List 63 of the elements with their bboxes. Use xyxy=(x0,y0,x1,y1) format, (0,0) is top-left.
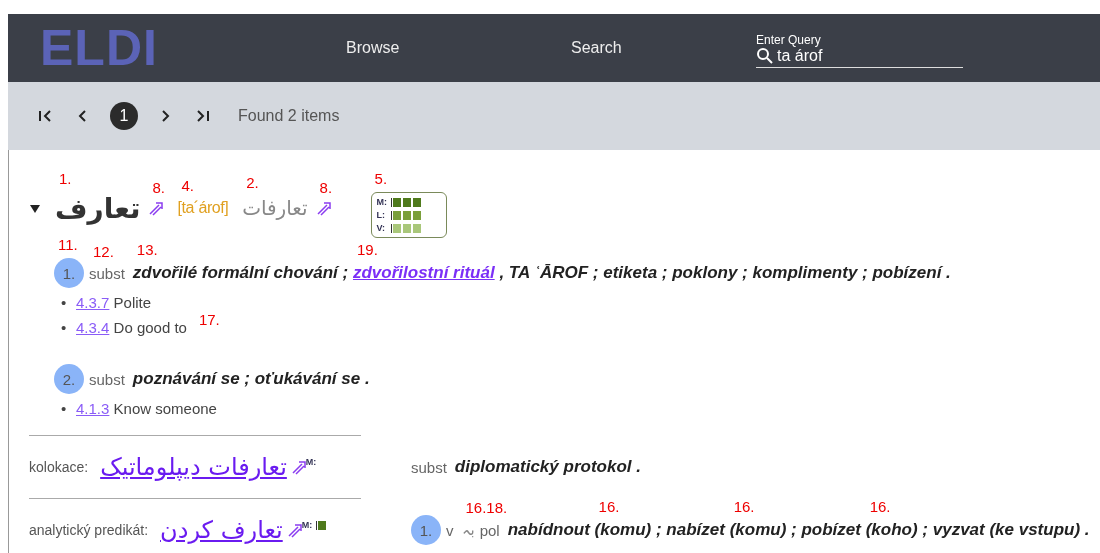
phrase-type: kolokace: xyxy=(29,459,89,475)
particle: بہ xyxy=(461,521,475,539)
frequency-label: L: xyxy=(376,210,387,220)
annotation-number: 16. xyxy=(733,498,755,515)
definition-text: diplomatický protokol . xyxy=(454,457,641,477)
phrase-link[interactable]: تعارف کردن xyxy=(160,516,283,544)
definition-text: zdvořilé formální chování ; zdvořilostní rituál , TA ʿĀROF ; etiketa ; poklony ; komplimenty ; pobízení . xyxy=(132,263,951,283)
nav-link[interactable]: Search xyxy=(571,39,622,57)
annotation-number: 12. xyxy=(93,242,114,260)
annotation-number: 4. xyxy=(181,177,194,194)
domain-link[interactable]: 4.3.4 xyxy=(76,319,110,336)
part-of-speech: subst xyxy=(411,458,447,476)
sense-number: 2. xyxy=(54,364,84,394)
frequency-label: M: xyxy=(301,520,314,530)
domain-label: Polite xyxy=(112,294,152,311)
field-label: Enter Query xyxy=(756,32,822,47)
annotation-number: 16.18. xyxy=(465,499,508,516)
expand-triangle-icon[interactable] xyxy=(29,202,41,214)
domain-label: Do good to xyxy=(112,319,187,336)
phrase-type: analytický predikát: xyxy=(29,522,149,538)
domain-label: Know someone xyxy=(112,400,217,417)
definition-text: nabídnout (komu) ; nabízet (komu) ; pobízet (koho) ; vyzvat (ke vstupu) . xyxy=(507,520,1090,540)
double-arrow-icon[interactable] xyxy=(286,522,302,538)
page-button[interactable]: 1 xyxy=(110,102,138,130)
sense-number: 1. xyxy=(411,515,441,545)
frequency-label: V: xyxy=(376,223,387,233)
result-count: Found 2 items xyxy=(238,107,340,125)
frequency-label: M: xyxy=(305,457,318,467)
annotation-number: 1. xyxy=(59,169,72,187)
double-arrow-icon[interactable] xyxy=(290,459,306,475)
annotation-number: 17. xyxy=(198,311,220,328)
double-arrow-icon[interactable] xyxy=(148,200,164,216)
annotation-number: 11. xyxy=(58,236,78,253)
sense-number: 1. xyxy=(54,258,84,288)
bullet: • xyxy=(61,318,68,338)
bullet: • xyxy=(61,293,68,313)
phrase-link[interactable]: تعارفات دیپلوماتیک xyxy=(100,453,287,481)
pronunciation: [ta´árof] xyxy=(177,199,229,217)
frequency-label: M: xyxy=(376,197,389,207)
annotation-number: 16. xyxy=(598,498,620,515)
search-icon xyxy=(756,47,773,64)
plural-form: تعارفات xyxy=(242,196,308,220)
annotation-number: 2. xyxy=(246,174,259,191)
part-of-speech: v xyxy=(446,521,454,539)
headword: تعارف xyxy=(55,191,141,225)
double-arrow-icon[interactable] xyxy=(315,200,331,216)
domain-link[interactable]: 4.3.7 xyxy=(76,294,110,311)
annotation-number: 13. xyxy=(136,241,158,258)
definition-link[interactable]: zdvořilostní rituál xyxy=(352,263,495,282)
bullet: • xyxy=(61,399,68,419)
annotation-number: 16. xyxy=(869,498,891,515)
field-value: ta árof xyxy=(777,46,823,65)
domain-link[interactable]: 4.1.3 xyxy=(76,400,110,417)
part-of-speech: subst xyxy=(89,264,125,282)
annotation-number: 19. xyxy=(356,241,378,258)
query-field[interactable]: Enter Query ta árof xyxy=(756,32,963,68)
annotation-number: 8. xyxy=(152,178,165,196)
annotation-number: 5. xyxy=(374,170,388,187)
register-label: pol xyxy=(479,521,500,539)
definition-text: poznávání se ; oťukávání se . xyxy=(132,369,370,389)
part-of-speech: subst xyxy=(89,370,125,388)
nav-link[interactable]: Browse xyxy=(346,39,400,57)
annotation-number: 8. xyxy=(319,178,333,196)
